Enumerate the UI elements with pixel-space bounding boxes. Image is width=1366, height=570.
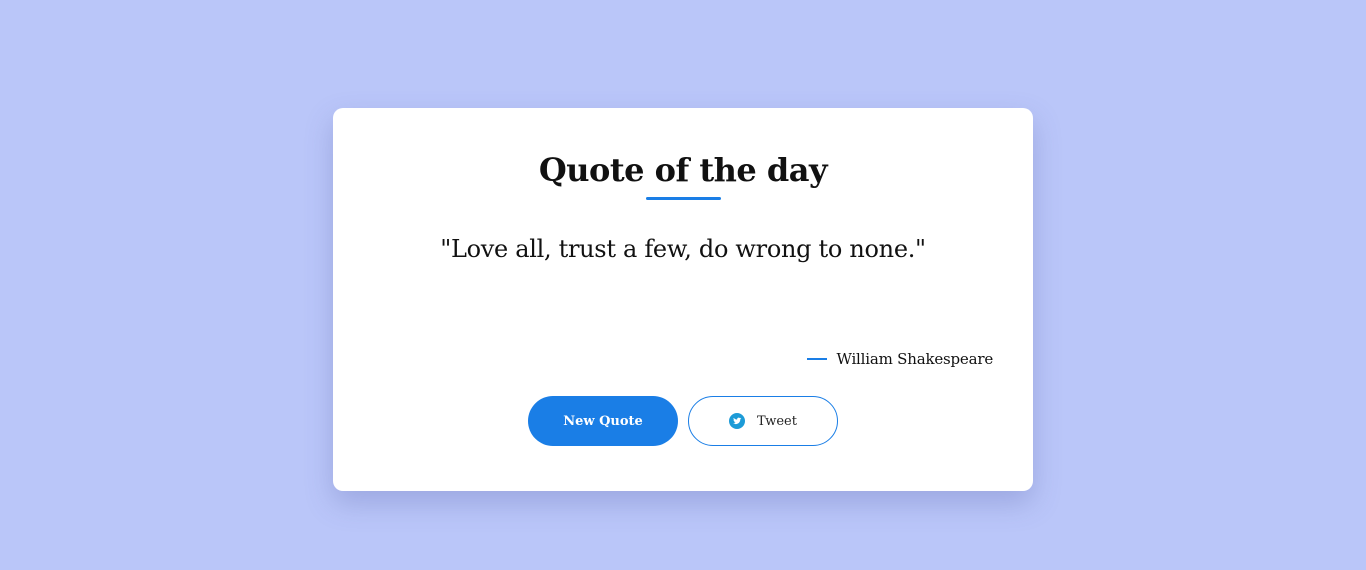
author-row: William Shakespeare — [806, 350, 994, 368]
quote-card: Quote of the day "Love all, trust a few,… — [333, 108, 1033, 491]
author-dash — [806, 358, 827, 360]
quote-author: William Shakespeare — [836, 350, 994, 368]
quote-text: "Love all, trust a few, do wrong to none… — [440, 235, 926, 263]
tweet-button[interactable]: Tweet — [688, 396, 838, 446]
page-title: Quote of the day — [538, 151, 828, 189]
new-quote-button[interactable]: New Quote — [528, 396, 678, 446]
tweet-button-label: Tweet — [757, 413, 797, 429]
new-quote-button-label: New Quote — [563, 413, 643, 429]
twitter-icon — [729, 413, 746, 429]
title-underline — [646, 197, 721, 200]
